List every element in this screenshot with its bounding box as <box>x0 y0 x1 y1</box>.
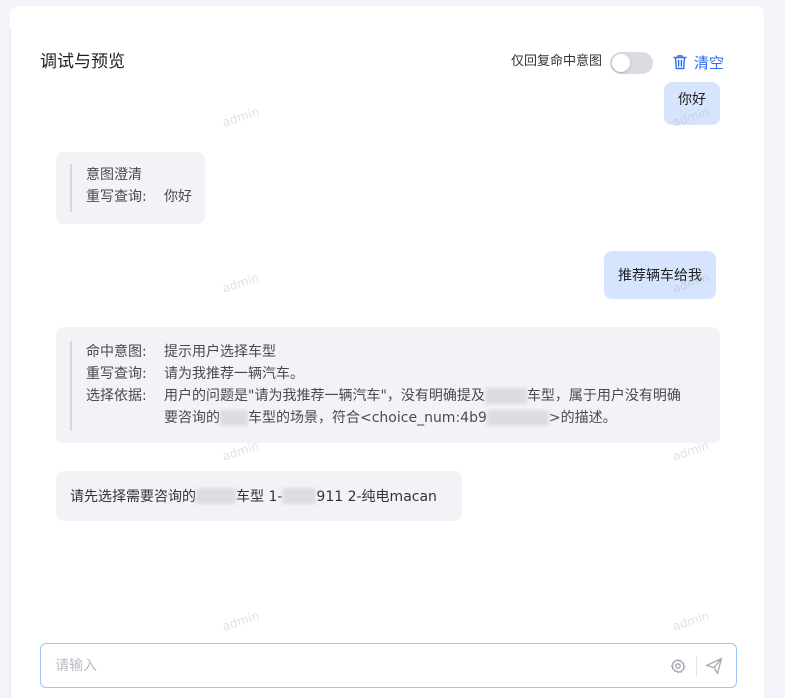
bot-message-reply: 请先选择需要咨询的 车型 1- 911 2-纯电macan <box>56 471 462 521</box>
user-message: 推荐辆车给我 <box>604 251 716 299</box>
basis-text-1a: 用户的问题是"请为我推荐一辆汽车"，没有明确提及 <box>164 388 485 404</box>
reply-text-c: 911 2-纯电macan <box>316 489 437 505</box>
chat-input-box <box>40 643 737 688</box>
intent-key: 命中意图: <box>86 344 147 360</box>
rewrite-value: 请为我推荐一辆汽车。 <box>164 366 304 382</box>
basis-text-2b: 车型的场景，符合<choice_num:4b9 <box>248 410 487 426</box>
user-message: 你好 <box>664 82 720 125</box>
bot-message-intent: 命中意图: 提示用户选择车型 重写查询: 请为我推荐一辆汽车。 选择依据: 用户… <box>56 327 720 443</box>
send-icon[interactable] <box>705 657 723 679</box>
input-divider <box>696 656 697 676</box>
rewrite-key: 重写查询: <box>86 366 147 382</box>
rewrite-key: 重写查询: <box>86 189 147 205</box>
basis-text-2c: >的描述。 <box>548 410 617 426</box>
intent-value: 提示用户选择车型 <box>164 344 276 360</box>
user-message-text: 你好 <box>678 92 706 108</box>
settings-icon[interactable] <box>670 658 686 678</box>
basis-text-1b: 车型，属于用户没有明确 <box>526 388 681 404</box>
chat-area: 你好 意图澄清 重写查询: 你好 推荐辆车给我 命中意图: 提示用户选择车型 重… <box>0 0 785 698</box>
reply-text-a: 请先选择需要咨询的 <box>70 489 196 505</box>
redacted-text <box>196 488 236 504</box>
redacted-text <box>486 410 549 426</box>
watermark: admin <box>220 104 261 130</box>
bot-message-clarify: 意图澄清 重写查询: 你好 <box>56 152 205 224</box>
basis-text-2a: 要咨询的 <box>164 410 220 426</box>
redacted-text <box>220 410 248 426</box>
redacted-text <box>282 488 317 504</box>
chat-input[interactable] <box>55 654 645 678</box>
watermark: admin <box>220 608 261 634</box>
intent-quote-block: 意图澄清 重写查询: 你好 <box>70 164 192 212</box>
clarify-title: 意图澄清 <box>86 167 142 183</box>
basis-value: 用户的问题是"请为我推荐一辆汽车"，没有明确提及 车型，属于用户没有明确 要咨询的… <box>164 385 681 429</box>
intent-quote-block: 命中意图: 提示用户选择车型 重写查询: 请为我推荐一辆汽车。 选择依据: 用户… <box>70 341 681 431</box>
redacted-text <box>484 388 527 404</box>
watermark: admin <box>670 608 711 634</box>
rewrite-value: 你好 <box>164 189 192 205</box>
user-message-text: 推荐辆车给我 <box>618 268 702 284</box>
reply-text-b: 车型 1- <box>236 489 283 505</box>
watermark: admin <box>220 270 261 296</box>
basis-key: 选择依据: <box>86 388 147 404</box>
